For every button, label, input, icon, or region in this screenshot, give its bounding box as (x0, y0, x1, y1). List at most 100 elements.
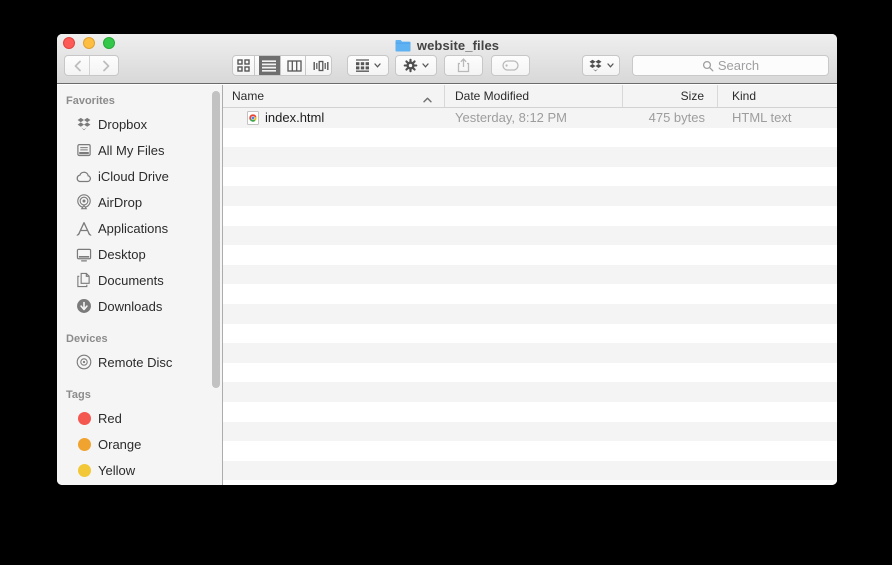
file-name: index.html (265, 110, 324, 125)
sidebar-section-devices: Devices (57, 329, 222, 349)
empty-row (223, 226, 837, 246)
dropbox-menu-button[interactable] (582, 55, 620, 76)
chevron-down-icon (422, 63, 429, 68)
sidebar: Favorites Dropbox (57, 85, 223, 485)
column-header-size[interactable]: Size (623, 85, 718, 107)
all-my-files-icon (75, 142, 92, 159)
applications-icon (75, 220, 92, 237)
sidebar-section-favorites: Favorites (57, 91, 222, 111)
share-icon (457, 58, 470, 73)
search-input[interactable]: Search (632, 55, 829, 76)
tag-red-icon (75, 410, 92, 427)
remote-disc-icon (75, 354, 92, 371)
file-list: Name Date Modified Size Kind (223, 85, 837, 485)
search-placeholder: Search (718, 58, 759, 73)
empty-row (223, 284, 837, 304)
navigation-buttons (64, 55, 119, 76)
titlebar-toolbar: website_files (57, 34, 837, 84)
window-title-row: website_files (57, 37, 837, 53)
sidebar-item-label: iCloud Drive (98, 169, 169, 184)
sidebar-section-tags: Tags (57, 385, 222, 405)
file-kind: HTML text (718, 108, 837, 128)
empty-row (223, 206, 837, 226)
empty-row (223, 461, 837, 481)
documents-icon (75, 272, 92, 289)
sidebar-item-label: Orange (98, 437, 141, 452)
file-size: 475 bytes (623, 108, 718, 128)
sidebar-scrollbar[interactable] (212, 91, 220, 388)
list-view-icon (262, 60, 276, 72)
empty-row (223, 167, 837, 187)
chevron-down-icon (374, 63, 381, 68)
list-view-button[interactable] (259, 56, 281, 75)
tag-icon (502, 60, 519, 71)
sidebar-item-airdrop[interactable]: AirDrop (57, 189, 222, 215)
file-rows[interactable]: index.html Yesterday, 8:12 PM 475 bytes … (223, 108, 837, 485)
share-button[interactable] (444, 55, 483, 76)
folder-proxy-icon[interactable] (395, 39, 411, 52)
icon-view-button[interactable] (233, 56, 255, 75)
empty-row (223, 265, 837, 285)
sidebar-item-label: Applications (98, 221, 168, 236)
sidebar-item-remote-disc[interactable]: Remote Disc (57, 349, 222, 375)
empty-row (223, 363, 837, 383)
column-header-name[interactable]: Name (223, 85, 445, 107)
airdrop-icon (75, 194, 92, 211)
window-title: website_files (417, 38, 499, 53)
empty-row (223, 382, 837, 402)
sidebar-item-label: All My Files (98, 143, 164, 158)
empty-row (223, 128, 837, 148)
coverflow-view-icon (313, 60, 329, 72)
sidebar-item-label: Yellow (98, 463, 135, 478)
empty-row (223, 480, 837, 485)
icloud-icon (75, 168, 92, 185)
sidebar-item-tag-yellow[interactable]: Yellow (57, 457, 222, 483)
downloads-icon (75, 298, 92, 315)
dropbox-icon (75, 116, 92, 133)
dropbox-icon (588, 59, 603, 72)
action-menu-button[interactable] (395, 55, 437, 76)
column-view-button[interactable] (285, 56, 307, 75)
sidebar-item-tag-red[interactable]: Red (57, 405, 222, 431)
empty-row (223, 402, 837, 422)
empty-row (223, 441, 837, 461)
arrange-button[interactable] (347, 55, 389, 76)
sidebar-item-label: Documents (98, 273, 164, 288)
column-view-icon (287, 60, 302, 72)
sidebar-item-label: Dropbox (98, 117, 147, 132)
icon-view-icon (237, 59, 250, 72)
empty-row (223, 422, 837, 442)
sidebar-item-documents[interactable]: Documents (57, 267, 222, 293)
finder-window: website_files (57, 34, 837, 485)
sidebar-item-dropbox[interactable]: Dropbox (57, 111, 222, 137)
sidebar-item-desktop[interactable]: Desktop (57, 241, 222, 267)
tag-orange-icon (75, 436, 92, 453)
sidebar-item-label: AirDrop (98, 195, 142, 210)
empty-row (223, 343, 837, 363)
sidebar-item-label: Desktop (98, 247, 146, 262)
desktop-background: website_files (0, 0, 892, 565)
coverflow-view-button[interactable] (310, 56, 331, 75)
file-row-index-html[interactable]: index.html Yesterday, 8:12 PM 475 bytes … (223, 108, 837, 128)
sidebar-item-label: Red (98, 411, 122, 426)
sidebar-item-label: Remote Disc (98, 355, 172, 370)
sidebar-item-applications[interactable]: Applications (57, 215, 222, 241)
sidebar-item-tag-orange[interactable]: Orange (57, 431, 222, 457)
column-header-date-modified[interactable]: Date Modified (445, 85, 623, 107)
column-header-kind[interactable]: Kind (718, 85, 837, 107)
sidebar-item-icloud-drive[interactable]: iCloud Drive (57, 163, 222, 189)
empty-row (223, 324, 837, 344)
forward-button[interactable] (94, 56, 118, 75)
tags-button[interactable] (491, 55, 530, 76)
gear-icon (403, 58, 418, 73)
sidebar-item-label: Downloads (98, 299, 162, 314)
empty-row (223, 245, 837, 265)
empty-row (223, 147, 837, 167)
sidebar-item-all-my-files[interactable]: All My Files (57, 137, 222, 163)
desktop-icon (75, 246, 92, 263)
sidebar-item-downloads[interactable]: Downloads (57, 293, 222, 319)
back-button[interactable] (65, 56, 90, 75)
search-icon (702, 60, 714, 72)
html-file-icon (247, 111, 259, 125)
empty-row (223, 304, 837, 324)
